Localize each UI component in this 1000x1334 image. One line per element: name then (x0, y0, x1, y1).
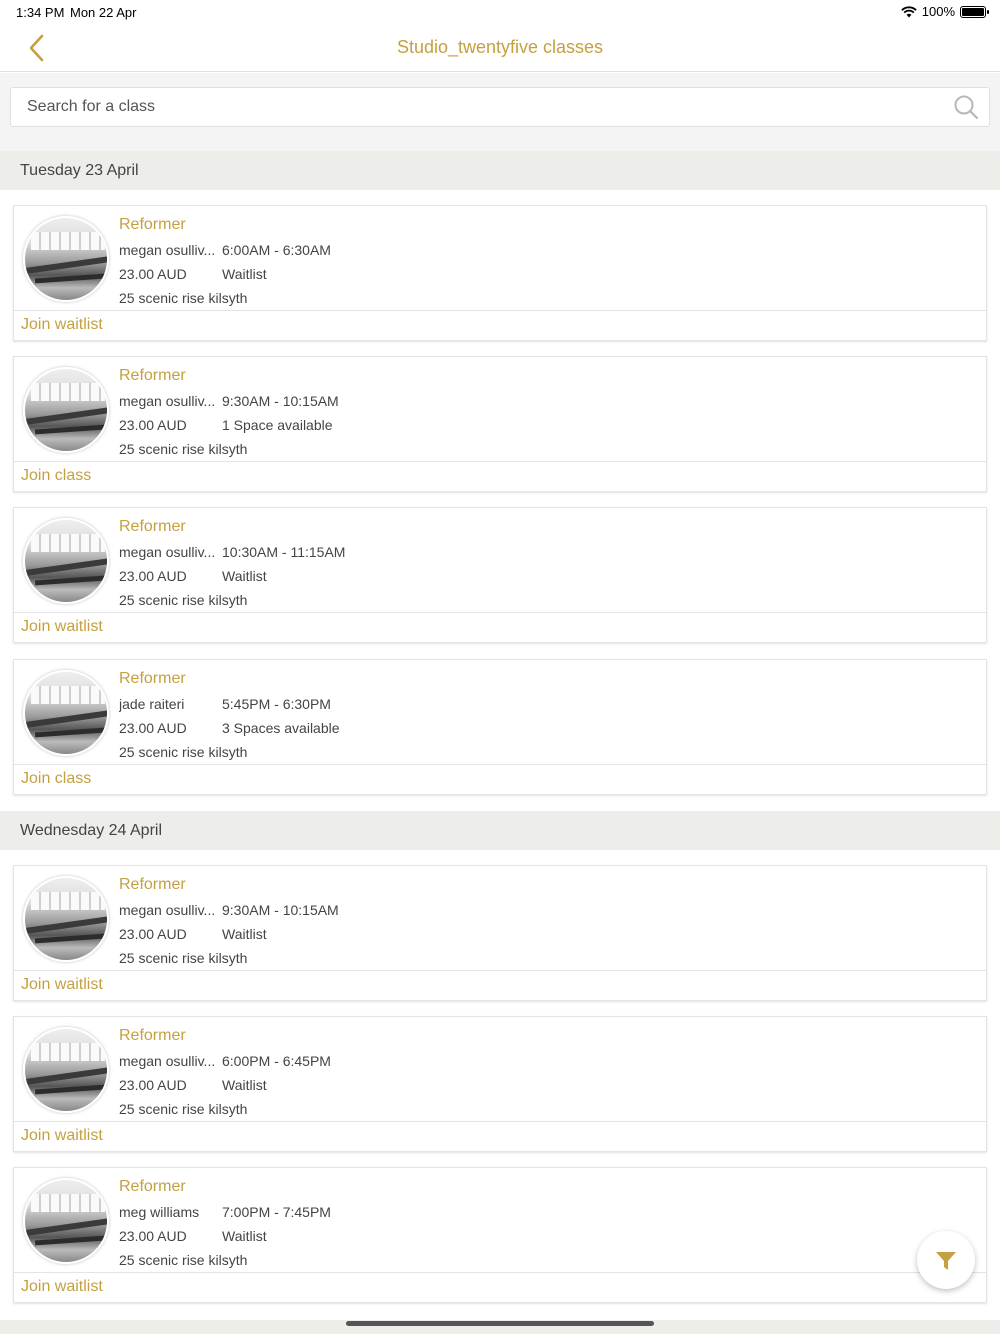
class-price: 23.00 AUD (119, 568, 187, 584)
card-divider (14, 461, 986, 462)
class-name: Reformer (119, 518, 186, 535)
join-waitlist-button[interactable]: Join waitlist (21, 1127, 103, 1145)
class-availability: Waitlist (222, 568, 267, 584)
class-availability: 1 Space available (222, 417, 333, 433)
class-availability: Waitlist (222, 926, 267, 942)
class-thumbnail (23, 1027, 109, 1113)
join-waitlist-button[interactable]: Join waitlist (21, 618, 103, 636)
wifi-icon (901, 5, 917, 17)
day-header: Tuesday 23 April (0, 151, 1000, 190)
class-instructor: megan osulliv... (119, 242, 216, 258)
class-price: 23.00 AUD (119, 1228, 187, 1244)
class-time: 6:00AM - 6:30AM (222, 242, 331, 258)
join-waitlist-button[interactable]: Join waitlist (21, 976, 103, 994)
class-time: 10:30AM - 11:15AM (222, 544, 346, 560)
class-price: 23.00 AUD (119, 926, 187, 942)
class-thumbnail (23, 518, 109, 604)
class-availability: Waitlist (222, 1228, 267, 1244)
status-bar: 1:34 PM Mon 22 Apr 100% (0, 0, 1000, 24)
class-name: Reformer (119, 367, 186, 384)
class-card: Reformer megan osulliv... 9:30AM - 10:15… (13, 865, 987, 1001)
class-instructor: megan osulliv... (119, 393, 216, 409)
card-divider (14, 310, 986, 311)
class-instructor: megan osulliv... (119, 544, 216, 560)
class-time: 7:00PM - 7:45PM (222, 1204, 331, 1220)
class-instructor: megan osulliv... (119, 1053, 216, 1069)
class-card: Reformer megan osulliv... 6:00AM - 6:30A… (13, 205, 987, 341)
class-instructor: megan osulliv... (119, 902, 216, 918)
status-time: 1:34 PM (16, 5, 65, 20)
class-location: 25 scenic rise kilsyth (119, 1101, 248, 1117)
search-input[interactable] (11, 88, 931, 126)
card-divider (14, 1272, 986, 1273)
page-title: Studio_twentyfive classes (396, 37, 604, 57)
join-class-button[interactable]: Join class (21, 467, 91, 485)
class-thumbnail (23, 876, 109, 962)
join-waitlist-button[interactable]: Join waitlist (21, 1278, 103, 1296)
battery-icon (960, 5, 989, 18)
class-availability: 3 Spaces available (222, 720, 340, 736)
class-thumbnail (23, 367, 109, 453)
class-name: Reformer (119, 876, 186, 893)
class-name: Reformer (119, 1178, 186, 1195)
class-location: 25 scenic rise kilsyth (119, 290, 248, 306)
join-waitlist-button[interactable]: Join waitlist (21, 316, 103, 334)
class-availability: Waitlist (222, 1077, 267, 1093)
filter-icon (936, 1252, 956, 1270)
class-thumbnail (23, 1178, 109, 1264)
class-location: 25 scenic rise kilsyth (119, 592, 248, 608)
class-instructor: meg williams (119, 1204, 200, 1220)
day-header: Wednesday 24 April (0, 811, 1000, 850)
search-icon[interactable] (953, 94, 979, 120)
join-class-button[interactable]: Join class (21, 770, 91, 788)
class-card: Reformer jade raiteri 5:45PM - 6:30PM 23… (13, 659, 987, 795)
class-location: 25 scenic rise kilsyth (119, 1252, 248, 1268)
class-location: 25 scenic rise kilsyth (119, 744, 248, 760)
class-price: 23.00 AUD (119, 720, 187, 736)
class-name: Reformer (119, 670, 186, 687)
search-box (10, 87, 990, 127)
class-thumbnail (23, 216, 109, 302)
card-divider (14, 970, 986, 971)
class-time: 5:45PM - 6:30PM (222, 696, 331, 712)
class-name: Reformer (119, 216, 186, 233)
status-date: Mon 22 Apr (70, 5, 137, 20)
class-card: Reformer meg williams 7:00PM - 7:45PM 23… (13, 1167, 987, 1303)
navigation-bar: Studio_twentyfive classes (0, 24, 1000, 72)
class-availability: Waitlist (222, 266, 267, 282)
card-divider (14, 1121, 986, 1122)
class-instructor: jade raiteri (119, 696, 185, 712)
class-card: Reformer megan osulliv... 9:30AM - 10:15… (13, 356, 987, 492)
class-time: 9:30AM - 10:15AM (222, 902, 339, 918)
card-divider (14, 612, 986, 613)
class-name: Reformer (119, 1027, 186, 1044)
class-card: Reformer megan osulliv... 10:30AM - 11:1… (13, 507, 987, 643)
battery-percent: 100% (921, 4, 955, 19)
card-divider (14, 764, 986, 765)
search-area (0, 73, 1000, 151)
class-location: 25 scenic rise kilsyth (119, 441, 248, 457)
filter-button[interactable] (917, 1231, 975, 1289)
class-price: 23.00 AUD (119, 1077, 187, 1093)
class-card: Reformer megan osulliv... 6:00PM - 6:45P… (13, 1016, 987, 1152)
class-thumbnail (23, 670, 109, 756)
status-right: 100% (901, 4, 989, 19)
class-time: 6:00PM - 6:45PM (222, 1053, 331, 1069)
class-price: 23.00 AUD (119, 266, 187, 282)
class-time: 9:30AM - 10:15AM (222, 393, 339, 409)
class-price: 23.00 AUD (119, 417, 187, 433)
class-location: 25 scenic rise kilsyth (119, 950, 248, 966)
home-indicator (346, 1321, 654, 1326)
